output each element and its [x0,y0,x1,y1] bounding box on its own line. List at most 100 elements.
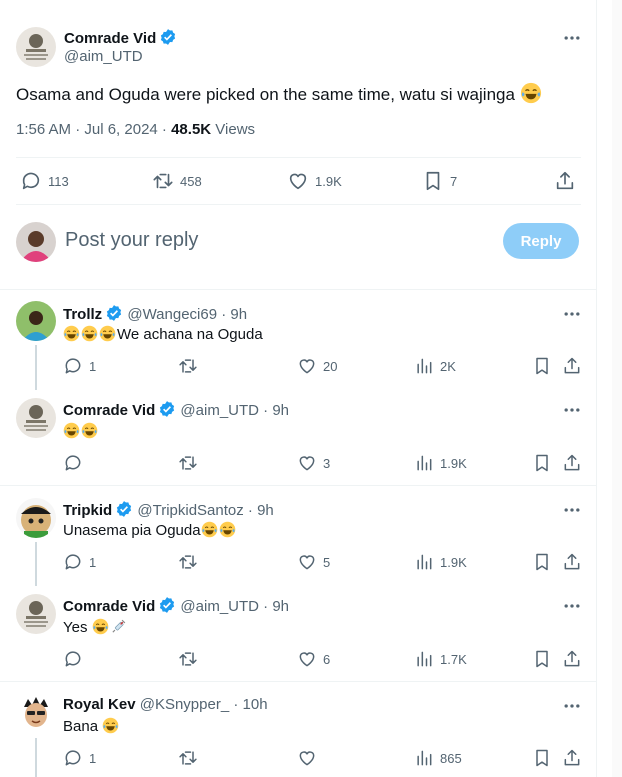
reply-author-handle[interactable]: @Wangeci69 [127,306,217,323]
views-count: 865 [440,750,462,766]
laughing-tears-emoji-icon [81,325,98,342]
reply-button[interactable]: 113 [20,170,69,192]
like-button[interactable]: 1.9K [287,170,342,192]
views-count: 2K [440,358,456,374]
like-button[interactable]: 6 [297,649,330,669]
reply-icon [65,358,81,374]
reply-author-name[interactable]: Tripkid [63,502,112,519]
share-icon [564,553,580,570]
divider [0,681,597,682]
reply-author-handle[interactable]: @aim_UTD [180,598,259,615]
reply-count: 1 [89,750,97,766]
divider [0,485,597,486]
reply-time[interactable]: · 9h [248,502,274,519]
share-icon [564,650,580,667]
reply-author-name[interactable]: Royal Kev [63,696,136,713]
reply-button[interactable] [63,649,83,669]
share-button[interactable] [562,748,582,768]
share-button[interactable] [562,552,582,572]
bookmark-button[interactable]: 7 [422,170,457,192]
repost-button[interactable] [178,453,198,473]
reply-text: We achana na Oguda [63,325,263,343]
tweet-text-body: Osama and Oguda were picked on the same … [16,85,515,104]
bookmark-button[interactable] [532,453,552,473]
share-button[interactable] [562,356,582,376]
bookmark-button[interactable] [532,649,552,669]
laughing-tears-emoji-icon [81,422,98,439]
more-options-icon[interactable] [562,500,586,520]
reply-avatar[interactable] [16,594,56,634]
repost-button[interactable] [178,552,198,572]
like-button[interactable]: 20 [297,356,337,376]
user-avatar[interactable] [16,222,56,262]
reply-time[interactable]: · 10h [233,696,267,713]
divider [16,204,581,205]
share-button[interactable] [554,170,576,192]
views-button[interactable]: 1.9K [414,552,467,572]
reply-avatar[interactable] [16,693,56,733]
reply-avatar[interactable] [16,301,56,341]
author-name[interactable]: Comrade Vid [64,30,156,47]
verified-badge-icon [160,401,175,417]
repost-button[interactable] [178,748,198,768]
repost-button[interactable] [178,649,198,669]
reply-avatar[interactable] [16,498,56,538]
scrollbar[interactable] [612,0,622,777]
reply-time[interactable]: · 9h [263,402,289,419]
views-count: 48.5K [171,121,212,138]
more-options-icon[interactable] [562,696,586,716]
like-button[interactable] [297,748,317,768]
views-chart-icon [417,554,432,570]
like-count: 20 [323,358,338,374]
bookmark-button[interactable] [532,748,552,768]
like-button[interactable]: 3 [297,453,330,473]
reply-button[interactable]: 1 [63,748,96,768]
reply-text-body: We achana na Oguda [117,326,263,343]
reply-author-handle[interactable]: @TripkidSantoz [137,502,243,519]
bookmark-button[interactable] [532,356,552,376]
reply-button[interactable]: 1 [63,552,96,572]
more-options-icon[interactable] [562,304,586,324]
timeline-column: Comrade Vid @aim_UTD Osama and Oguda wer… [0,0,597,777]
reply-author-name[interactable]: Comrade Vid [63,598,155,615]
author-avatar[interactable] [16,27,56,67]
views-chart-icon [417,651,432,667]
verified-badge-icon [107,305,122,321]
repost-button[interactable]: 458 [152,170,202,192]
more-options-icon[interactable] [562,596,586,616]
reply-author-name[interactable]: Trollz [63,306,102,323]
reply-author-name[interactable]: Comrade Vid [63,402,155,419]
repost-icon [179,456,197,470]
like-button[interactable]: 5 [297,552,330,572]
reply-avatar[interactable] [16,398,56,438]
views-button[interactable]: 865 [414,748,462,768]
reply-text-body: Bana [63,718,99,735]
views-button[interactable]: 1.9K [414,453,467,473]
reply-input[interactable]: Post your reply [65,229,198,252]
verified-badge-icon [160,597,175,613]
share-button[interactable] [562,453,582,473]
repost-icon [153,173,173,189]
reply-button[interactable] [63,453,83,473]
share-button[interactable] [562,649,582,669]
more-options-icon[interactable] [562,400,586,420]
author-handle[interactable]: @aim_UTD [64,48,143,65]
reply-count: 113 [48,173,69,189]
repost-button[interactable] [178,356,198,376]
tweet-meta: 1:56 AM · Jul 6, 2024 · 48.5K Views [16,121,255,138]
views-button[interactable]: 2K [414,356,456,376]
reply-author-handle[interactable]: @KSnypper_ [140,696,229,713]
reply-button[interactable]: 1 [63,356,96,376]
reply-time[interactable]: · 9h [263,598,289,615]
more-options-icon[interactable] [562,28,586,48]
author-name-row[interactable]: Comrade Vid [64,28,177,48]
tweet-text: Osama and Oguda were picked on the same … [16,82,543,107]
bookmark-button[interactable] [532,552,552,572]
reply-time[interactable]: · 9h [221,306,247,323]
reply-submit-button[interactable]: Reply [503,223,579,259]
views-label: Views [211,121,256,138]
thread-line [35,738,37,777]
tweet-timestamp[interactable]: 1:56 AM · Jul 6, 2024 · [16,121,171,138]
views-button[interactable]: 1.7K [414,649,467,669]
reply-author-handle[interactable]: @aim_UTD [180,402,259,419]
